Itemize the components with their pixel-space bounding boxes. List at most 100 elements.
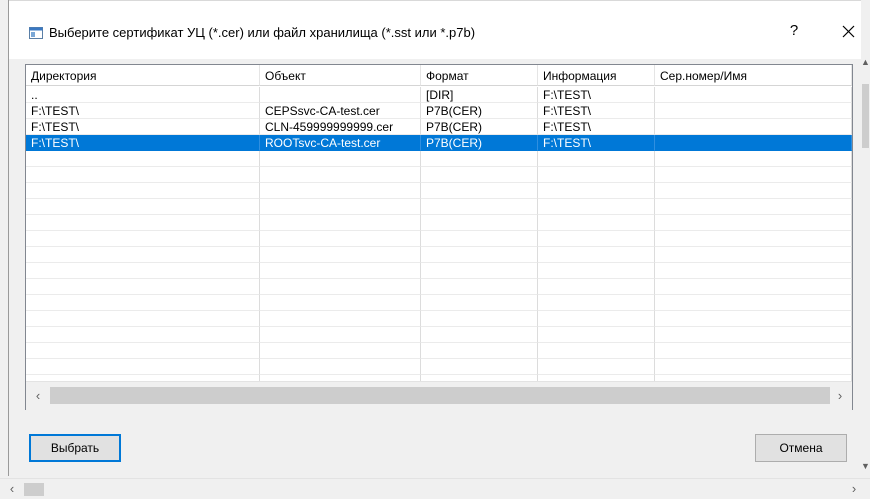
cancel-button[interactable]: Отмена [755,434,847,462]
cell-info [538,167,655,183]
outer-chevron-right-icon[interactable]: › [846,481,862,497]
column-header-directory[interactable]: Директория [26,65,260,86]
column-header-serial[interactable]: Сер.номер/Имя [655,65,852,86]
chevron-left-icon[interactable]: ‹ [30,388,46,404]
chevron-down-icon[interactable]: ▼ [861,460,870,472]
cell-object: CEPSsvc-CA-test.cer [260,103,421,119]
cell-object [260,215,421,231]
table-header: Директория Объект Формат Информация Сер.… [26,65,852,87]
cell-object [260,231,421,247]
outer-scroll-thumb[interactable] [24,483,44,496]
horizontal-scrollbar[interactable]: ‹ › [26,381,852,410]
table-row-empty [26,311,852,327]
app-window-icon [29,27,43,39]
column-header-object[interactable]: Объект [260,65,421,86]
table-row[interactable]: F:\TEST\ CLN-459999999999.cer P7B(CER) F:\T… [26,119,852,135]
table-row-empty [26,327,852,343]
cell-format [421,343,538,359]
cell-object [260,311,421,327]
cell-serial [655,295,852,311]
cell-object [260,199,421,215]
table-row-empty [26,231,852,247]
vertical-scroll-thumb[interactable] [862,84,869,148]
cell-format [421,279,538,295]
cell-serial [655,199,852,215]
cell-object [260,343,421,359]
cell-serial [655,215,852,231]
table-area: Директория Объект Формат Информация Сер.… [26,65,852,381]
cell-directory [26,295,260,311]
table-row-empty [26,295,852,311]
cell-info [538,311,655,327]
cell-directory: F:\TEST\ [26,135,260,151]
cell-serial [655,167,852,183]
cell-object [260,87,421,103]
cell-info [538,295,655,311]
cell-directory: .. [26,87,260,103]
chevron-right-icon[interactable]: › [832,388,848,404]
cell-format: P7B(CER) [421,103,538,119]
table-row-empty [26,247,852,263]
table-row[interactable]: F:\TEST\ CEPSsvc-CA-test.cer P7B(CER) F:\TE… [26,103,852,119]
table-row-empty [26,183,852,199]
cell-object [260,263,421,279]
cell-directory [26,279,260,295]
cell-serial [655,343,852,359]
cell-format: P7B(CER) [421,135,538,151]
cell-directory [26,311,260,327]
cell-info [538,199,655,215]
cell-format [421,359,538,375]
cell-info [538,151,655,167]
cell-object [260,167,421,183]
cell-info [538,215,655,231]
cell-serial [655,87,852,103]
cell-directory [26,359,260,375]
cell-format [421,295,538,311]
cell-format: [DIR] [421,87,538,103]
cell-info [538,359,655,375]
table-row-empty [26,167,852,183]
cell-info [538,247,655,263]
certificate-list[interactable]: Директория Объект Формат Информация Сер.… [25,64,853,410]
cell-directory [26,231,260,247]
outer-chevron-left-icon[interactable]: ‹ [4,481,20,497]
outer-vertical-scrollbar[interactable]: ▲ ▼ [861,56,870,476]
cell-object: ROOTsvc-CA-test.cer [260,135,421,151]
table-row[interactable]: F:\TEST\ ROOTsvc-CA-test.cer P7B(CER) F:\TE… [26,135,852,151]
cell-serial [655,151,852,167]
choose-button[interactable]: Выбрать [29,434,121,462]
table-row-empty [26,279,852,295]
certificate-dialog: Выберите сертификат УЦ (*.cer) или файл … [8,0,861,476]
cell-object [260,359,421,375]
cell-serial [655,103,852,119]
table-row[interactable]: .. [DIR] F:\TEST\ [26,87,852,103]
cell-info [538,343,655,359]
cell-object [260,151,421,167]
cell-format [421,151,538,167]
cell-info: F:\TEST\ [538,103,655,119]
cell-serial [655,247,852,263]
title-bar: Выберите сертификат УЦ (*.cer) или файл … [9,0,861,59]
cell-info [538,231,655,247]
table-row-empty [26,215,852,231]
cell-format [421,231,538,247]
cell-serial [655,327,852,343]
chevron-up-icon[interactable]: ▲ [861,56,870,68]
cell-format: P7B(CER) [421,119,538,135]
column-header-info[interactable]: Информация [538,65,655,86]
outer-horizontal-scrollbar[interactable]: ‹ › [0,478,870,499]
cell-serial [655,359,852,375]
close-icon[interactable] [833,16,863,46]
help-button[interactable]: ? [779,16,809,46]
cell-directory [26,247,260,263]
column-header-format[interactable]: Формат [421,65,538,86]
cell-format [421,167,538,183]
table-row-empty [26,151,852,167]
cell-directory [26,183,260,199]
cell-serial [655,279,852,295]
cell-serial [655,135,852,151]
window-title: Выберите сертификат УЦ (*.cer) или файл … [49,25,476,40]
cell-directory [26,151,260,167]
scrollbar-thumb[interactable] [50,387,830,404]
cell-object: CLN-459999999999.cer [260,119,421,135]
